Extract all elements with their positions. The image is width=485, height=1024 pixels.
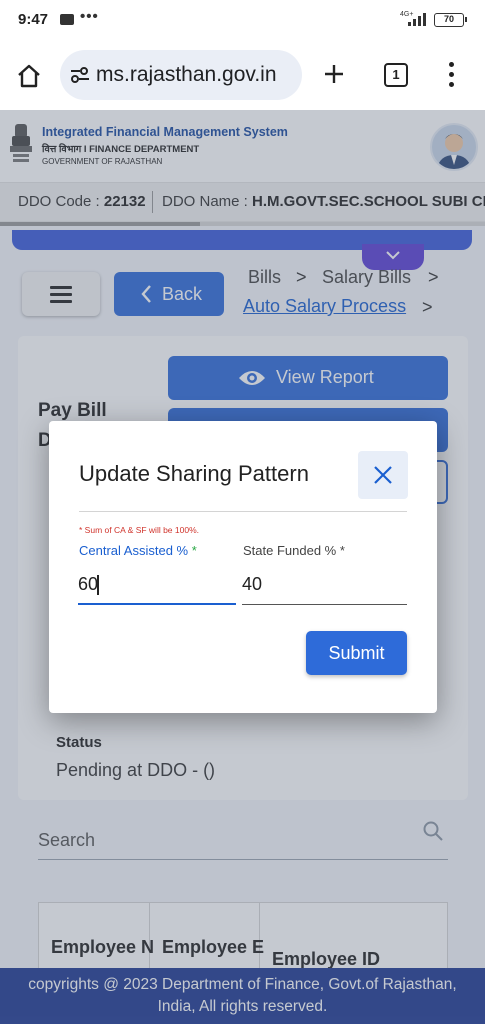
- address-bar[interactable]: ms.rajasthan.gov.in: [60, 50, 302, 100]
- site-info-icon[interactable]: [70, 66, 90, 84]
- browser-toolbar: ms.rajasthan.gov.in 1: [0, 42, 485, 110]
- status-time: 9:47: [18, 11, 49, 28]
- sum-hint: * Sum of CA & SF will be 100%.: [79, 525, 199, 535]
- close-button[interactable]: [358, 451, 408, 499]
- central-assisted-label: Central Assisted % *: [79, 543, 197, 558]
- central-assisted-label-text: Central Assisted %: [79, 543, 189, 558]
- overflow-menu-icon[interactable]: [447, 62, 455, 88]
- state-funded-input[interactable]: [242, 565, 407, 605]
- tab-switcher-icon[interactable]: 1: [384, 63, 408, 87]
- home-icon[interactable]: [16, 64, 42, 88]
- close-icon: [374, 466, 392, 484]
- state-funded-label: State Funded % *: [243, 543, 345, 558]
- page: Integrated Financial Management System व…: [0, 110, 485, 1024]
- dialog-title: Update Sharing Pattern: [79, 461, 309, 486]
- central-assisted-input[interactable]: [78, 565, 236, 605]
- battery-icon: 70: [434, 13, 467, 27]
- more-notifications-icon: •••: [80, 8, 99, 25]
- text-cursor: [97, 575, 99, 595]
- status-bar: 9:47 ••• 4G+ 70: [0, 0, 485, 42]
- signal-icon: [408, 12, 428, 26]
- required-marker: *: [188, 543, 197, 558]
- submit-button[interactable]: Submit: [306, 631, 407, 675]
- divider: [79, 511, 407, 512]
- update-sharing-pattern-dialog: Update Sharing Pattern * Sum of CA & SF …: [49, 421, 437, 713]
- message-icon: [60, 14, 74, 25]
- new-tab-icon[interactable]: [322, 62, 346, 86]
- url-text: ms.rajasthan.gov.in: [96, 63, 277, 86]
